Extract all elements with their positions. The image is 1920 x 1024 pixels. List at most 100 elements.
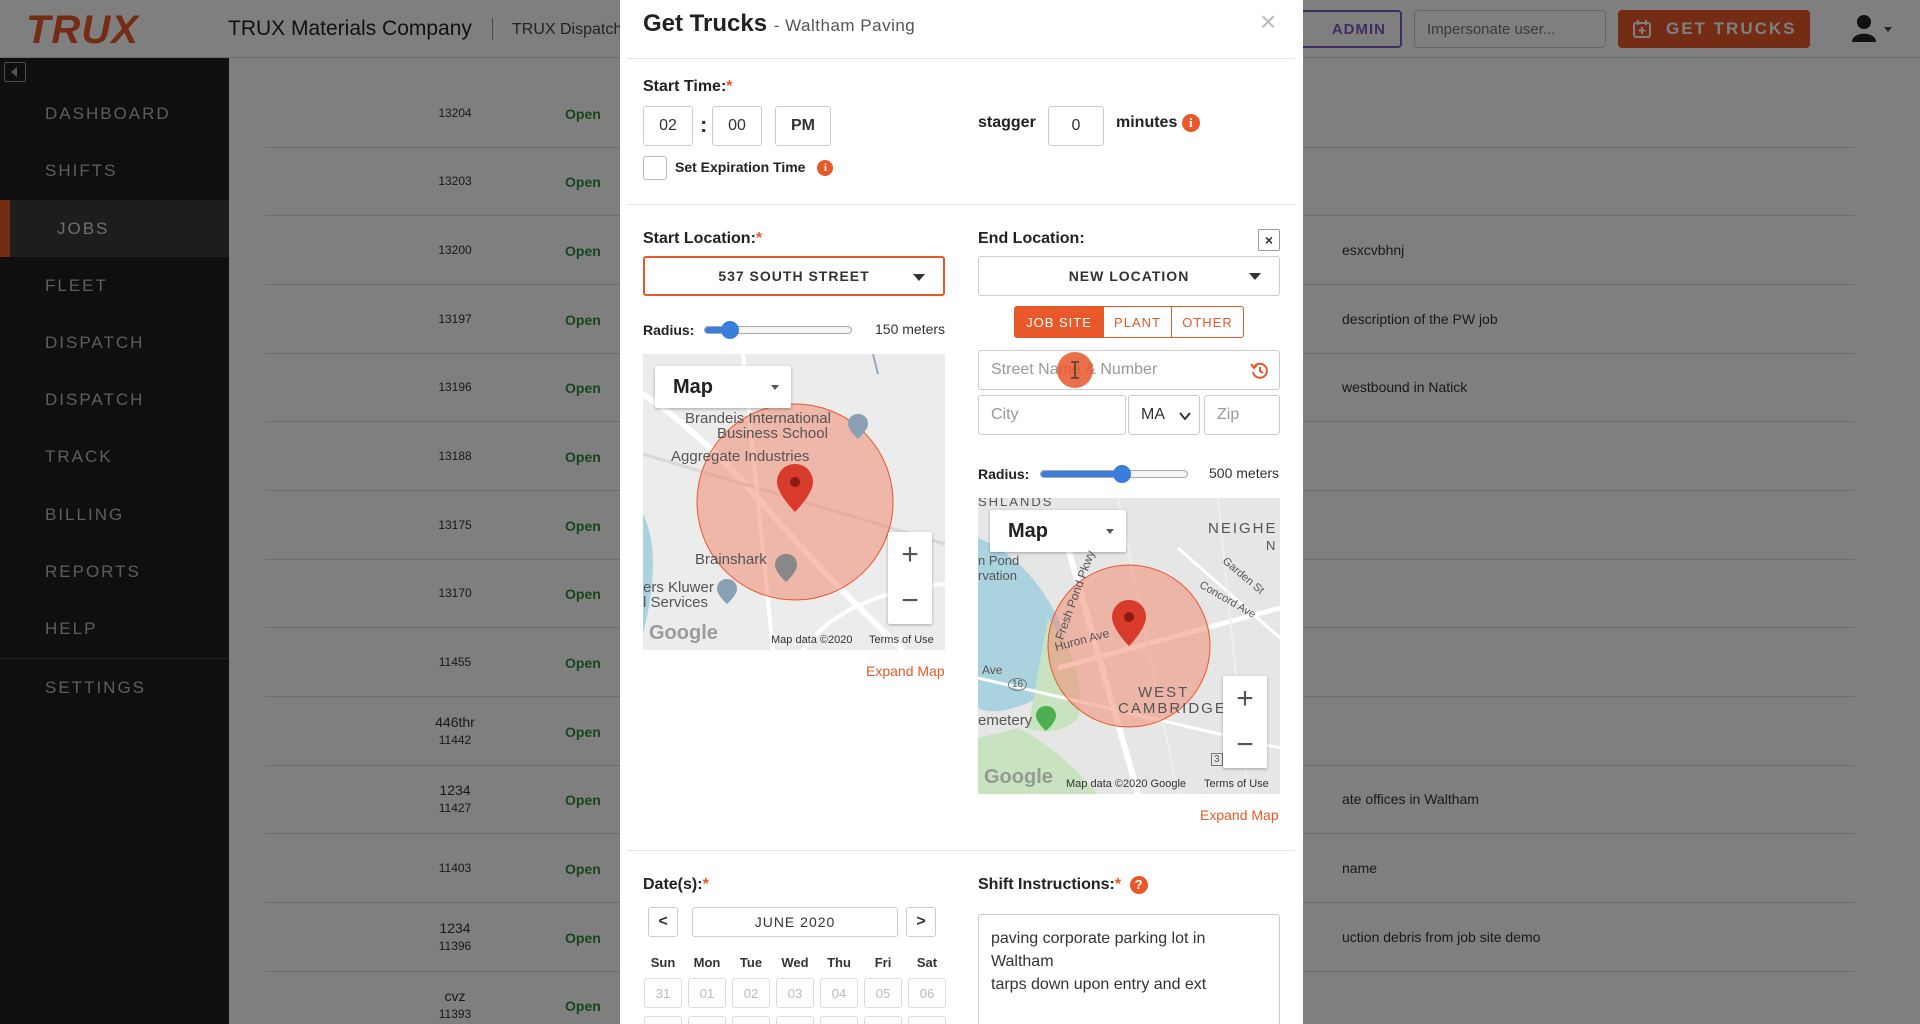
map-label: Brainshark bbox=[695, 551, 767, 568]
shift-instructions-label-text: Shift Instructions: bbox=[978, 876, 1115, 894]
start-radius-value: 150 meters bbox=[875, 321, 946, 337]
map-terms-link[interactable]: Terms of Use bbox=[1204, 778, 1269, 790]
zoom-out-button[interactable]: − bbox=[1223, 722, 1267, 768]
state-select[interactable]: MA bbox=[1128, 395, 1200, 435]
map-label: n Pond bbox=[978, 553, 1020, 568]
end-radius-slider[interactable] bbox=[1040, 465, 1188, 483]
map-label: Ave bbox=[982, 663, 1003, 677]
history-icon[interactable] bbox=[1249, 360, 1271, 382]
calendar-day[interactable]: 11 bbox=[820, 1016, 858, 1024]
calendar-next-button[interactable]: > bbox=[906, 907, 936, 937]
map-attribution: Map data ©2020 bbox=[771, 634, 853, 646]
street-input[interactable]: Street Name & Number bbox=[978, 350, 1280, 390]
dates-label-text: Date(s): bbox=[643, 876, 703, 893]
weekday-label: Mon bbox=[693, 955, 721, 970]
start-radius-slider[interactable] bbox=[704, 321, 852, 339]
map-attribution: Map data ©2020 Google bbox=[1066, 778, 1187, 790]
caret-down-icon bbox=[771, 385, 779, 390]
required-mark: * bbox=[726, 78, 733, 95]
zoom-out-button[interactable]: − bbox=[888, 578, 932, 624]
get-trucks-modal: Get Trucks - Waltham Paving × Start Time… bbox=[620, 0, 1303, 1024]
city-input[interactable]: City bbox=[978, 395, 1126, 435]
start-location-map[interactable]: Map Brandeis International Business Scho… bbox=[643, 354, 945, 650]
expiration-checkbox[interactable] bbox=[643, 156, 667, 180]
end-radius-slider-handle[interactable] bbox=[1113, 465, 1131, 483]
expand-map-link[interactable]: Expand Map bbox=[1200, 807, 1279, 823]
calendar-prev-button[interactable]: < bbox=[648, 907, 678, 937]
map-label: NEIGHE bbox=[1208, 520, 1278, 537]
shift-instructions-textarea[interactable]: paving corporate parking lot in Waltham … bbox=[978, 914, 1280, 1024]
dates-label: Date(s):* bbox=[643, 876, 709, 894]
calendar-day[interactable]: 02 bbox=[732, 978, 770, 1008]
map-label: 3 bbox=[1211, 753, 1223, 766]
weekday-label: Tue bbox=[739, 955, 763, 970]
minutes-label: minutes i bbox=[1116, 114, 1200, 132]
location-type-plant[interactable]: PLANT bbox=[1104, 306, 1172, 338]
end-map-zoom: + − bbox=[1223, 676, 1267, 768]
click-indicator bbox=[1057, 352, 1093, 388]
calendar-day[interactable]: 31 bbox=[644, 978, 682, 1008]
weekday-label: Sun bbox=[650, 955, 676, 970]
start-location-value: 537 SOUTH STREET bbox=[718, 268, 870, 284]
divider bbox=[628, 850, 1295, 851]
map-label: Aggregate Industries bbox=[671, 448, 810, 465]
calendar-day[interactable]: 05 bbox=[864, 978, 902, 1008]
calendar-day[interactable]: 01 bbox=[688, 978, 726, 1008]
location-type-other[interactable]: OTHER bbox=[1172, 306, 1244, 338]
start-map-zoom: + − bbox=[888, 532, 932, 624]
hour-input[interactable]: 02 bbox=[643, 106, 693, 146]
end-location-label: End Location: bbox=[978, 230, 1085, 247]
calendar-month: JUNE 2020 bbox=[692, 907, 898, 937]
end-location-map[interactable]: Map SHLANDS NEIGHE n Pond rvation Huron … bbox=[978, 498, 1280, 794]
zoom-in-button[interactable]: + bbox=[1223, 676, 1267, 722]
start-time-label-text: Start Time: bbox=[643, 78, 727, 95]
clear-end-location-button[interactable]: × bbox=[1258, 229, 1280, 251]
info-icon[interactable]: i bbox=[1181, 114, 1200, 132]
calendar-day[interactable]: 04 bbox=[820, 978, 858, 1008]
end-location-select[interactable]: NEW LOCATION bbox=[978, 256, 1280, 296]
required-mark: * bbox=[1114, 876, 1122, 894]
map-type-label: Map bbox=[1008, 519, 1048, 542]
weekday-label: Sat bbox=[916, 955, 938, 970]
map-label: Business School bbox=[717, 425, 828, 442]
end-map-type-select[interactable]: Map bbox=[990, 510, 1126, 552]
close-icon[interactable]: × bbox=[1260, 6, 1276, 38]
weekday-label: Wed bbox=[781, 955, 809, 970]
map-label: emetery bbox=[978, 712, 1033, 729]
modal-title: Get Trucks - Waltham Paving bbox=[643, 10, 915, 38]
google-logo: Google bbox=[984, 766, 1053, 788]
map-label: WEST bbox=[1138, 684, 1190, 701]
start-map-type-select[interactable]: Map bbox=[655, 366, 791, 408]
expiration-label-text: Set Expiration Time bbox=[675, 159, 806, 175]
start-location-select[interactable]: 537 SOUTH STREET bbox=[643, 256, 945, 296]
map-label: rvation bbox=[978, 568, 1018, 583]
weekday-label: Fri bbox=[874, 955, 892, 970]
google-logo: Google bbox=[649, 622, 718, 644]
calendar-day[interactable]: 03 bbox=[776, 978, 814, 1008]
calendar-day[interactable]: 10 bbox=[776, 1016, 814, 1024]
required-mark: * bbox=[755, 230, 763, 247]
info-icon[interactable]: i bbox=[817, 160, 834, 177]
ampm-toggle[interactable]: PM bbox=[775, 106, 831, 146]
map-label: l Services bbox=[643, 594, 709, 611]
minute-input[interactable]: 00 bbox=[712, 106, 762, 146]
calendar-day[interactable]: 09 bbox=[732, 1016, 770, 1024]
calendar-day[interactable]: 06 bbox=[908, 978, 946, 1008]
chevron-down-icon bbox=[1179, 412, 1191, 421]
start-location-label-text: Start Location: bbox=[643, 230, 756, 247]
map-terms-link[interactable]: Terms of Use bbox=[869, 634, 934, 646]
start-time-label: Start Time:* bbox=[643, 78, 733, 96]
start-radius-slider-handle[interactable] bbox=[721, 321, 739, 339]
minutes-label-text: minutes bbox=[1116, 114, 1178, 132]
calendar-day[interactable]: 13 bbox=[908, 1016, 946, 1024]
expand-map-link[interactable]: Expand Map bbox=[866, 663, 945, 679]
location-type-job-site[interactable]: JOB SITE bbox=[1014, 306, 1104, 338]
calendar-day[interactable]: 07 bbox=[644, 1016, 682, 1024]
calendar-day[interactable]: 08 bbox=[688, 1016, 726, 1024]
zip-input[interactable]: Zip bbox=[1204, 395, 1280, 435]
stagger-input[interactable]: 0 bbox=[1048, 106, 1104, 146]
zoom-in-button[interactable]: + bbox=[888, 532, 932, 578]
calendar-day[interactable]: 12 bbox=[864, 1016, 902, 1024]
help-icon[interactable]: ? bbox=[1129, 876, 1148, 894]
shift-instructions-label: Shift Instructions:* ? bbox=[978, 876, 1148, 894]
